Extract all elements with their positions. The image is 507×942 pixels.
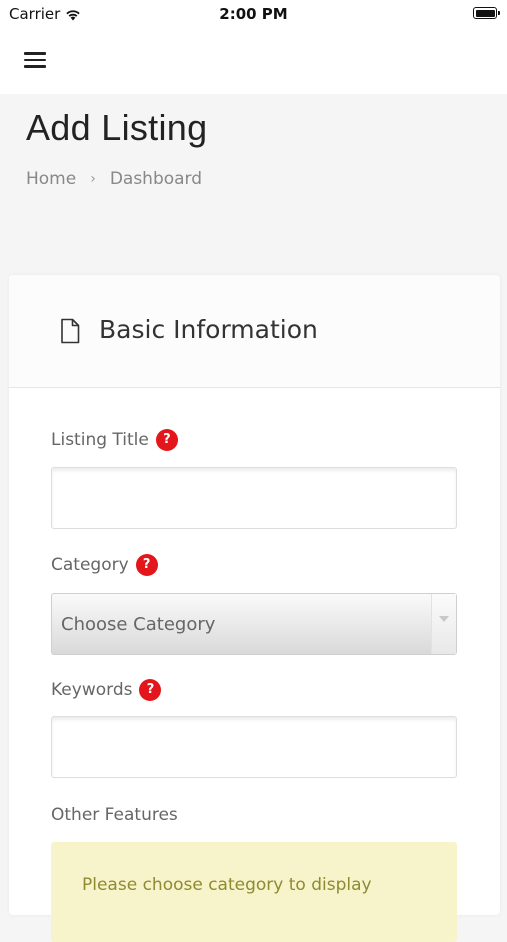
breadcrumb-home-link[interactable]: Home bbox=[26, 169, 76, 189]
keywords-input[interactable] bbox=[51, 716, 457, 778]
battery-icon bbox=[473, 7, 500, 19]
hamburger-menu-icon[interactable] bbox=[24, 52, 46, 68]
other-features-notice: Please choose category to display bbox=[51, 842, 457, 942]
chevron-down-icon bbox=[431, 594, 456, 654]
listing-title-label: Listing Title ? bbox=[51, 429, 178, 451]
status-bar: Carrier 2:00 PM bbox=[0, 0, 507, 28]
category-label: Category ? bbox=[51, 554, 158, 576]
breadcrumb: Home › Dashboard bbox=[26, 169, 202, 189]
listing-title-input[interactable] bbox=[51, 467, 457, 529]
category-select-value: Choose Category bbox=[61, 614, 216, 635]
notice-text: Please choose category to display bbox=[82, 875, 372, 895]
breadcrumb-separator-icon: › bbox=[90, 171, 96, 187]
category-help-icon[interactable]: ? bbox=[135, 554, 158, 576]
top-navigation-bar bbox=[0, 28, 507, 94]
other-features-label: Other Features bbox=[51, 805, 178, 825]
keywords-label-text: Keywords bbox=[51, 680, 133, 700]
category-label-text: Category bbox=[51, 555, 129, 575]
category-select[interactable]: Choose Category bbox=[51, 593, 457, 655]
keywords-help-icon[interactable]: ? bbox=[139, 679, 162, 701]
listing-title-label-text: Listing Title bbox=[51, 430, 149, 450]
listing-title-help-icon[interactable]: ? bbox=[155, 429, 178, 451]
page-title: Add Listing bbox=[26, 107, 208, 148]
keywords-label: Keywords ? bbox=[51, 679, 162, 701]
card-header: Basic Information bbox=[9, 275, 500, 388]
basic-information-card: Basic Information Listing Title ? Catego… bbox=[9, 275, 500, 942]
card-title: Basic Information bbox=[99, 315, 318, 344]
breadcrumb-dashboard-link[interactable]: Dashboard bbox=[110, 169, 202, 189]
status-time: 2:00 PM bbox=[219, 5, 288, 23]
document-icon bbox=[61, 318, 80, 344]
